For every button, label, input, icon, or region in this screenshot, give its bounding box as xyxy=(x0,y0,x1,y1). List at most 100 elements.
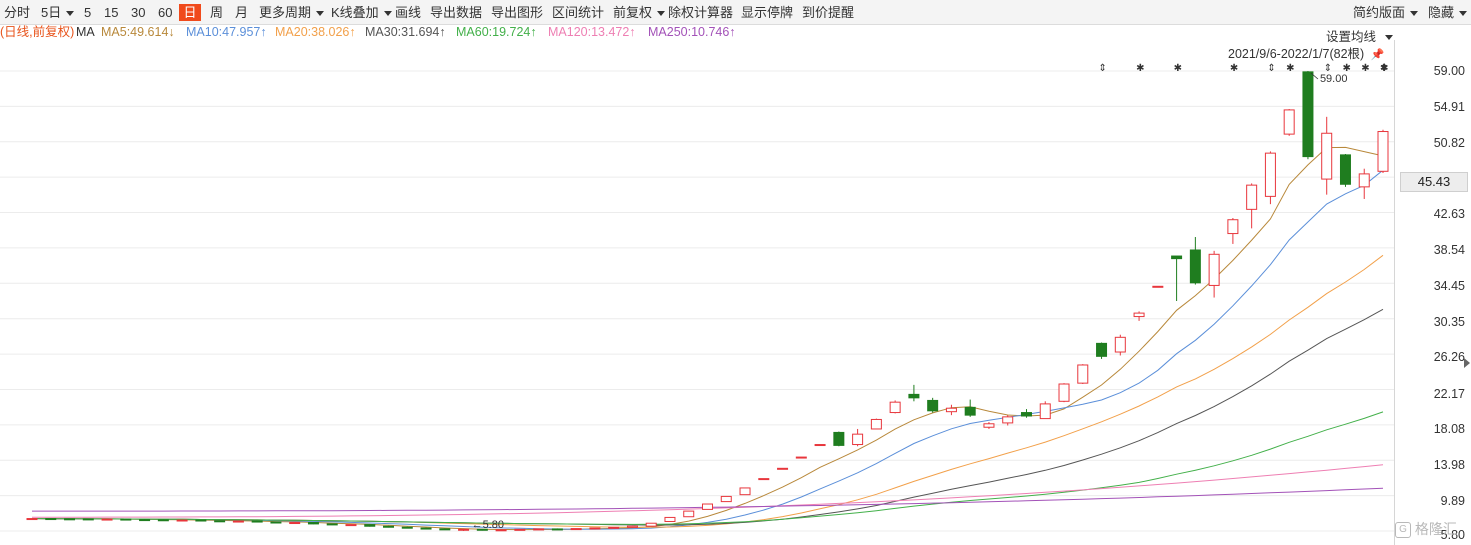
candle-body xyxy=(383,525,395,528)
candle-body xyxy=(1039,403,1051,420)
candle-body xyxy=(739,487,751,496)
candle-body xyxy=(1339,154,1351,185)
candle-body xyxy=(1302,71,1314,158)
toolbar-item[interactable]: 导出数据 xyxy=(430,4,482,21)
candle-body xyxy=(26,518,38,521)
toolbar-item[interactable]: 周 xyxy=(210,4,223,21)
current-price-tag: 45.43 xyxy=(1400,172,1468,192)
ma-legend-item: MA60:19.724↑ xyxy=(456,25,537,39)
toolbar-item[interactable]: 除权计算器 xyxy=(668,4,733,21)
price-axis-label: 38.54 xyxy=(1433,243,1465,257)
candle-body xyxy=(1002,416,1014,424)
event-marker-icon[interactable]: ⇕ xyxy=(1099,63,1107,74)
ma-legend-item: MA xyxy=(76,25,95,39)
toolbar-item[interactable]: 日 xyxy=(179,4,201,21)
candle-body xyxy=(814,444,826,447)
toolbar-item[interactable]: 更多周期 xyxy=(259,4,325,21)
ma-legend-item: MA120:13.472↑ xyxy=(548,25,636,39)
candle-body xyxy=(176,519,188,522)
toolbar-item[interactable]: 简约版面 xyxy=(1353,4,1419,21)
candle-body xyxy=(1058,383,1070,402)
candle-body xyxy=(1189,249,1201,284)
toolbar-item-label: 分时 xyxy=(4,5,31,20)
current-price-value: 45.43 xyxy=(1417,174,1451,189)
candle-body xyxy=(1264,152,1276,197)
candle-body xyxy=(45,518,57,521)
toolbar-item-label: 画线 xyxy=(395,5,422,20)
event-marker-icon[interactable]: ✱ xyxy=(1174,63,1182,74)
candle-body xyxy=(364,524,376,527)
toolbar-item[interactable]: 前复权 xyxy=(613,4,666,21)
event-marker-icon[interactable]: ✱ xyxy=(1380,63,1388,74)
candle-body xyxy=(908,393,920,399)
toolbar-item-label: 区间统计 xyxy=(552,5,605,20)
candle-body xyxy=(307,522,319,525)
candlestick-chart[interactable]: 59.00←5.80⇕ ✱ ✱ ✱ ⇕ ✱ ⇕ ✱ ✱ ⇕✱⇕✱ xyxy=(0,40,1395,545)
candle-body xyxy=(589,527,601,530)
toolbar-item[interactable]: 显示停牌 xyxy=(741,4,793,21)
watermark-logo: G 格隆汇 xyxy=(1395,517,1471,541)
event-marker-icon[interactable]: ✱ xyxy=(1136,63,1144,74)
toolbar-item[interactable]: 导出图形 xyxy=(491,4,543,21)
candle-body xyxy=(870,418,882,430)
price-axis-label: 26.26 xyxy=(1433,350,1465,364)
ma-legend-item: MA250:10.746↑ xyxy=(648,25,736,39)
toolbar-item[interactable]: 区间统计 xyxy=(552,4,604,21)
toolbar-item[interactable]: 画线 xyxy=(395,4,421,21)
candle-body xyxy=(570,528,582,531)
toolbar-item[interactable]: 5 xyxy=(84,4,91,21)
toolbar-item-label: 周 xyxy=(210,5,224,20)
expand-arrow-icon[interactable] xyxy=(1464,358,1470,368)
toolbar-item-label: 5日 xyxy=(41,5,62,20)
event-marker-icon[interactable]: ✱ xyxy=(1230,63,1238,74)
candle-body xyxy=(1114,336,1126,353)
toolbar-item[interactable]: 30 xyxy=(131,4,145,21)
candle-body xyxy=(927,399,939,412)
toolbar-item[interactable]: 5日 xyxy=(41,4,75,21)
toolbar-item[interactable]: 隐藏 xyxy=(1428,4,1468,21)
candle-body xyxy=(345,524,357,527)
price-axis-label: 42.63 xyxy=(1433,207,1465,221)
toolbar-item[interactable]: K线叠加 xyxy=(331,4,392,21)
chart-toolbar: 分时 5日 5 15 30 60 日周月更多周期 K线叠加 画线 导出数据 导出图形 区间统计 前复权除… xyxy=(0,0,1471,25)
event-marker-icon[interactable]: ✱ xyxy=(1342,63,1350,74)
toolbar-item[interactable]: 到价提醒 xyxy=(802,4,854,21)
toolbar-item[interactable]: 60 xyxy=(158,4,172,21)
candle-body xyxy=(1152,285,1164,288)
toolbar-item-label: 月 xyxy=(235,5,249,20)
toolbar-item[interactable]: 分时 xyxy=(4,4,30,21)
toolbar-item-label: 简约版面 xyxy=(1353,5,1406,20)
ma10-line xyxy=(31,169,1384,530)
candle-body xyxy=(983,423,995,428)
candle-body xyxy=(439,528,451,531)
logo-icon: G xyxy=(1395,522,1411,539)
toolbar-item-label: K线叠加 xyxy=(331,5,379,20)
toolbar-item-label: 到价提醒 xyxy=(802,5,855,20)
candle-body xyxy=(777,467,789,470)
event-marker-icon[interactable]: ⇕ xyxy=(1267,63,1275,74)
candle-body xyxy=(945,407,957,413)
ma-legend-item: (日线,前复权) xyxy=(0,25,75,39)
price-axis-label: 54.91 xyxy=(1433,100,1465,114)
candle-body xyxy=(608,526,620,529)
price-axis-label: 50.82 xyxy=(1433,136,1465,150)
price-axis-label: 22.17 xyxy=(1433,387,1465,401)
candle-body xyxy=(1246,184,1258,210)
candle-body xyxy=(551,528,563,531)
candle-body xyxy=(401,526,413,529)
toolbar-item[interactable]: 15 xyxy=(104,4,118,21)
candle-body xyxy=(420,527,432,530)
toolbar-item-label: 显示停牌 xyxy=(741,5,794,20)
candle-body xyxy=(626,525,638,528)
candle-body xyxy=(1077,364,1089,384)
price-axis-label: 13.98 xyxy=(1433,458,1465,472)
event-marker-icon[interactable]: ⇕ xyxy=(1324,63,1332,74)
ma-legend-item: MA20:38.026↑ xyxy=(275,25,356,39)
event-marker-icon[interactable]: ✱ xyxy=(1286,63,1294,74)
toolbar-item-label: 导出图形 xyxy=(491,5,544,20)
toolbar-item-label: 更多周期 xyxy=(259,5,312,20)
event-marker-icon[interactable]: ✱ xyxy=(1361,63,1369,74)
toolbar-item-label: 60 xyxy=(158,5,173,20)
toolbar-item[interactable]: 月 xyxy=(235,4,248,21)
candle-body xyxy=(795,456,807,459)
